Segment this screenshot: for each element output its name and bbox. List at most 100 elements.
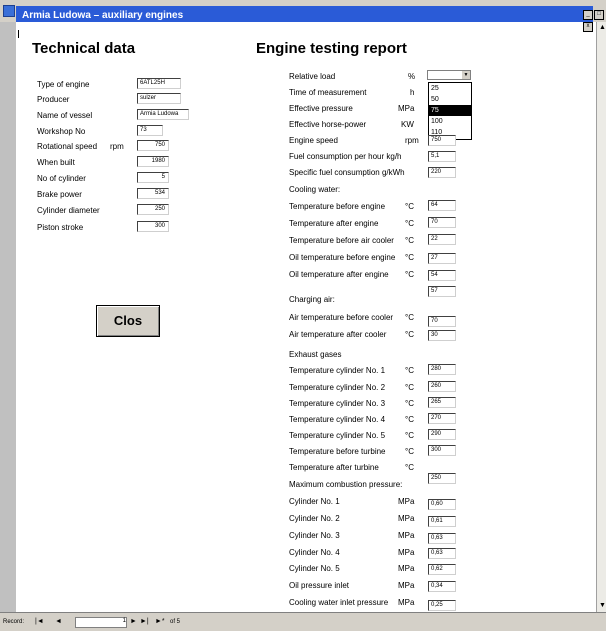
restore-icon[interactable]: □ bbox=[594, 10, 604, 20]
report-row-label: Effective horse-power bbox=[289, 120, 367, 129]
report-row-label: Cooling water: bbox=[289, 185, 341, 194]
report-row-unit: °C bbox=[405, 219, 414, 228]
report-row-unit: °C bbox=[405, 270, 414, 279]
report-row-input[interactable]: 0,34 bbox=[428, 581, 456, 592]
report-row-label: Temperature cylinder No. 5 bbox=[289, 431, 386, 440]
report-row-input[interactable]: 27 bbox=[428, 253, 456, 264]
field-input[interactable]: Armia Ludowa bbox=[137, 109, 189, 120]
report-row-label: Oil temperature after engine bbox=[289, 270, 389, 279]
relative-load-option[interactable]: 25 bbox=[429, 83, 471, 94]
report-row-input[interactable]: 250 bbox=[428, 473, 456, 484]
close-button[interactable]: Clos bbox=[96, 305, 160, 337]
report-row-input[interactable]: 300 bbox=[428, 445, 456, 456]
report-row-unit: rpm bbox=[405, 136, 419, 145]
field-input[interactable]: 534 bbox=[137, 188, 169, 199]
field-label: Producer bbox=[37, 95, 70, 104]
field-input[interactable]: 250 bbox=[137, 204, 169, 215]
relative-load-options[interactable]: 25 50 75 100 110 bbox=[428, 82, 472, 140]
report-row-input[interactable]: 0,63 bbox=[428, 548, 456, 559]
relative-load-unit: % bbox=[408, 72, 416, 81]
report-row-unit: MPa bbox=[398, 497, 415, 506]
field-label: Piston stroke bbox=[37, 223, 84, 232]
report-row-unit: KW bbox=[401, 120, 414, 129]
field-label: Workshop No bbox=[37, 127, 86, 136]
report-row-input[interactable]: 22 bbox=[428, 234, 456, 245]
scroll-up-icon[interactable]: ▲ bbox=[599, 24, 606, 31]
report-row-input[interactable]: 54 bbox=[428, 270, 456, 281]
report-row-unit: MPa bbox=[398, 581, 415, 590]
relative-load-option[interactable]: 75 bbox=[429, 105, 471, 116]
report-row-label: Engine speed bbox=[289, 136, 338, 145]
field-input[interactable]: 1980 bbox=[137, 156, 169, 167]
report-row-label: Temperature cylinder No. 4 bbox=[289, 415, 386, 424]
report-row-label: Cylinder No. 4 bbox=[289, 548, 340, 557]
report-row-unit: MPa bbox=[398, 548, 415, 557]
new-record-button[interactable]: ►* bbox=[155, 618, 165, 625]
report-row-input[interactable]: 70 bbox=[428, 316, 456, 327]
report-row-input[interactable]: 64 bbox=[428, 200, 456, 211]
first-record-button[interactable]: |◄ bbox=[35, 618, 44, 625]
report-row-label: Temperature before engine bbox=[289, 202, 386, 211]
report-row-label: Temperature cylinder No. 3 bbox=[289, 399, 386, 408]
report-row-label: Specific fuel consumption g/kWh bbox=[289, 168, 405, 177]
field-label: No of cylinder bbox=[37, 174, 86, 183]
dropdown-arrow-icon[interactable]: ▼ bbox=[462, 71, 470, 79]
next-record-button[interactable]: ► bbox=[130, 618, 137, 625]
field-input[interactable]: 750 bbox=[137, 140, 169, 151]
field-input[interactable]: 300 bbox=[137, 221, 169, 232]
report-row-label: Cylinder No. 3 bbox=[289, 531, 340, 540]
report-row-unit: °C bbox=[405, 431, 414, 440]
report-row-input[interactable]: 220 bbox=[428, 167, 456, 178]
report-row-input[interactable]: 0,25 bbox=[428, 600, 456, 611]
record-label: Record: bbox=[3, 619, 25, 625]
report-row-input[interactable]: 0,60 bbox=[428, 499, 456, 510]
relative-load-option[interactable]: 100 bbox=[429, 116, 471, 127]
report-row-input[interactable]: 750 bbox=[428, 135, 456, 146]
field-label: Rotational speed bbox=[37, 142, 98, 151]
previous-record-button[interactable]: ◄ bbox=[55, 618, 62, 625]
report-row-input[interactable]: 280 bbox=[428, 364, 456, 375]
cursor-mark bbox=[18, 30, 19, 38]
report-row-input[interactable]: 270 bbox=[428, 413, 456, 424]
report-row-label: Charging air: bbox=[289, 295, 335, 304]
field-input[interactable]: 73 bbox=[137, 125, 163, 136]
record-number-field[interactable]: 1 bbox=[75, 617, 127, 628]
close-icon[interactable]: x bbox=[583, 22, 593, 32]
last-record-button[interactable]: ►| bbox=[140, 618, 149, 625]
report-row-input[interactable]: 260 bbox=[428, 381, 456, 392]
field-label: Brake power bbox=[37, 190, 82, 199]
report-row-unit: MPa bbox=[398, 514, 415, 523]
vertical-scrollbar[interactable]: ▲ ▼ bbox=[596, 22, 606, 612]
record-selector-strip[interactable] bbox=[0, 22, 16, 612]
relative-load-option[interactable]: 50 bbox=[429, 94, 471, 105]
report-row-unit: °C bbox=[405, 330, 414, 339]
report-row-unit: °C bbox=[405, 202, 414, 211]
report-row-label: Temperature cylinder No. 2 bbox=[289, 383, 386, 392]
report-row-input[interactable]: 5,1 bbox=[428, 151, 456, 162]
field-input[interactable]: 5 bbox=[137, 172, 169, 183]
report-row-label: Temperature after engine bbox=[289, 219, 379, 228]
technical-data-heading: Technical data bbox=[32, 40, 136, 57]
field-input[interactable]: 6ATL25H bbox=[137, 78, 181, 89]
report-row-label: Temperature before turbine bbox=[289, 447, 386, 456]
window-title: Armia Ludowa – auxiliary engines bbox=[22, 10, 184, 21]
scroll-down-icon[interactable]: ▼ bbox=[599, 602, 606, 609]
report-row-unit: °C bbox=[405, 366, 414, 375]
app-icon[interactable] bbox=[3, 5, 15, 17]
report-row-input[interactable]: 0,61 bbox=[428, 516, 456, 527]
report-row-input[interactable]: 290 bbox=[428, 429, 456, 440]
field-input[interactable]: sulzer bbox=[137, 93, 181, 104]
report-row-unit: MPa bbox=[398, 598, 415, 607]
report-row-input[interactable]: 30 bbox=[428, 330, 456, 341]
relative-load-select[interactable]: ▼ bbox=[427, 70, 471, 80]
report-row-unit: MPa bbox=[398, 104, 415, 113]
report-row-input[interactable]: 0,63 bbox=[428, 533, 456, 544]
report-row-input[interactable]: 265 bbox=[428, 397, 456, 408]
report-row-input[interactable]: 0,62 bbox=[428, 564, 456, 575]
report-row-unit: °C bbox=[405, 313, 414, 322]
field-unit: rpm bbox=[110, 142, 124, 151]
minimize-icon[interactable]: _ bbox=[583, 10, 593, 20]
report-row-input[interactable]: 57 bbox=[428, 286, 456, 297]
report-row-label: Oil temperature before engine bbox=[289, 253, 396, 262]
report-row-input[interactable]: 70 bbox=[428, 217, 456, 228]
